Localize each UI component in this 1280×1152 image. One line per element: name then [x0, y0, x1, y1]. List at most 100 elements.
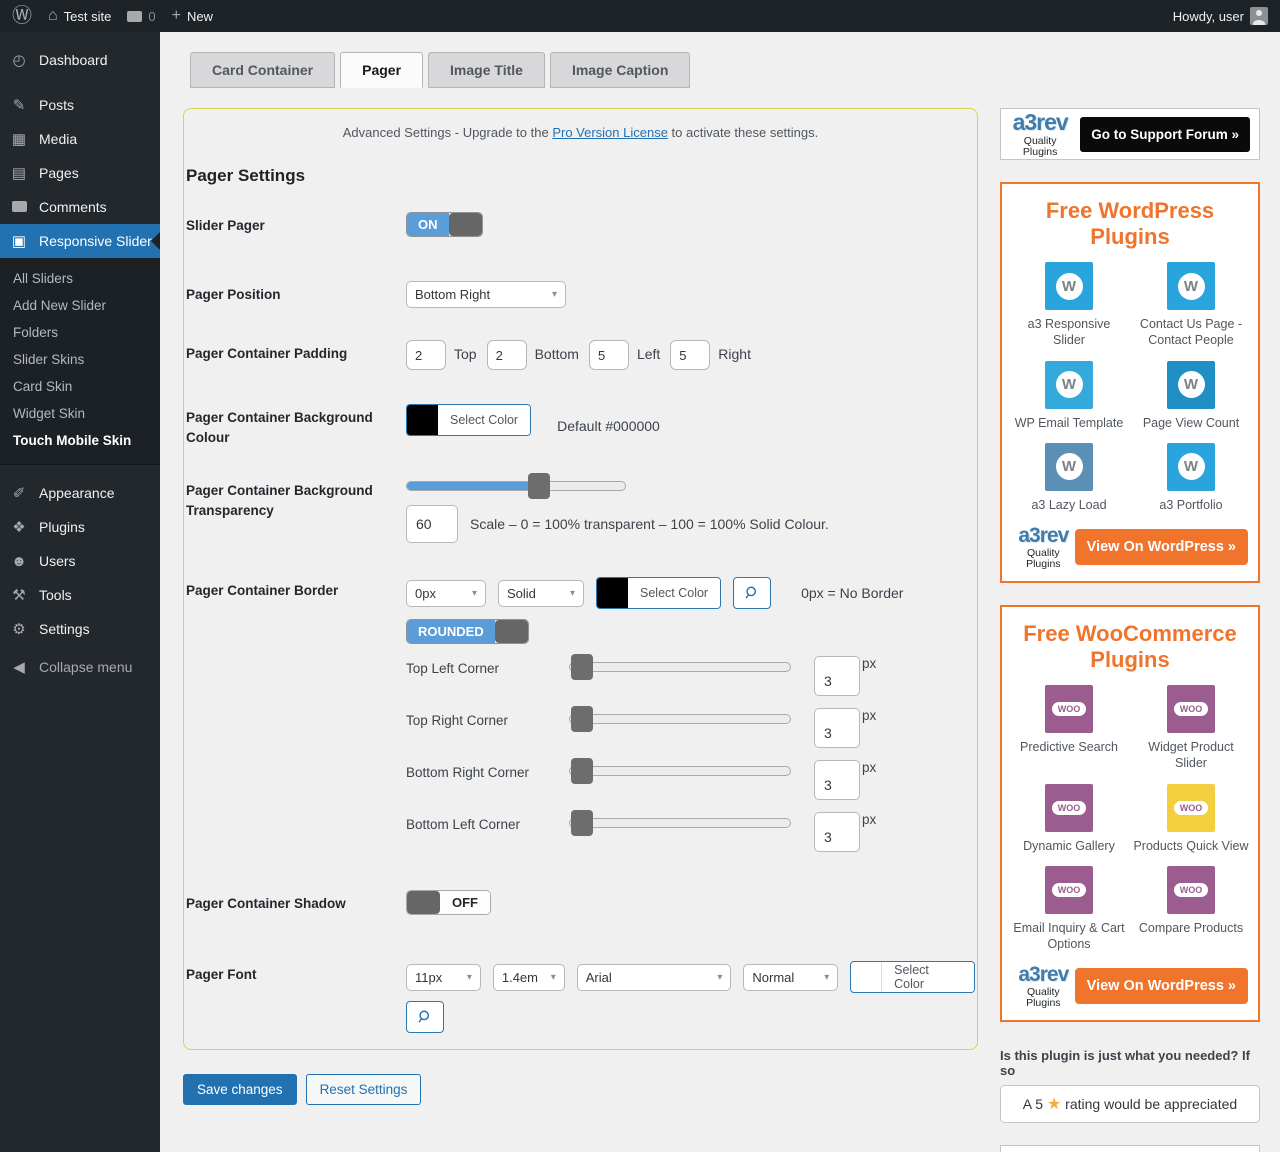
sidebar-item-settings[interactable]: ⚙ Settings — [0, 612, 160, 646]
tab-pager[interactable]: Pager — [340, 52, 423, 88]
slider-handle[interactable] — [571, 758, 593, 784]
font-weight-select[interactable]: Normal ▾ — [743, 964, 838, 991]
plugin-item[interactable]: W Page View Count — [1132, 361, 1250, 431]
plugin-item[interactable]: WOO Predictive Search — [1010, 685, 1128, 772]
top-left-corner-slider[interactable] — [569, 662, 791, 672]
bottom-right-corner-slider[interactable] — [569, 766, 791, 776]
transparency-slider[interactable] — [406, 481, 626, 491]
border-preview-button[interactable] — [733, 577, 771, 609]
submenu-item-card-skin[interactable]: Card Skin — [0, 373, 160, 400]
pager-position-select[interactable]: Bottom Right ▾ — [406, 281, 566, 308]
corner-label: Top Right Corner — [406, 708, 569, 728]
bottom-right-corner-input[interactable] — [814, 760, 860, 800]
plugin-item[interactable]: WOO Compare Products — [1132, 866, 1250, 953]
sidebar-item-tools[interactable]: ⚒ Tools — [0, 578, 160, 612]
magnifier-icon — [744, 585, 760, 601]
line-height-select[interactable]: 1.4em ▾ — [493, 964, 565, 991]
font-preview-button[interactable] — [406, 1001, 444, 1033]
submenu-item-slider-skins[interactable]: Slider Skins — [0, 346, 160, 373]
plugin-item[interactable]: W Contact Us Page - Contact People — [1132, 262, 1250, 349]
padding-bottom-input[interactable] — [487, 340, 527, 370]
submenu-item-widget-skin[interactable]: Widget Skin — [0, 400, 160, 427]
new-content-menu[interactable]: + New — [172, 8, 213, 24]
sidebar-item-posts[interactable]: ✎ Posts — [0, 88, 160, 122]
slider-pager-toggle[interactable]: ON — [406, 212, 483, 237]
comments-shortcut[interactable]: 0 — [127, 9, 155, 24]
border-width-select[interactable]: 0px ▾ — [406, 580, 486, 607]
toggle-knob[interactable] — [407, 891, 440, 914]
pages-icon: ▤ — [9, 166, 29, 181]
border-colour-swatch[interactable] — [597, 578, 628, 608]
top-right-corner-slider[interactable] — [569, 714, 791, 724]
font-family-select[interactable]: Arial ▾ — [577, 964, 732, 991]
sidebar-item-comments[interactable]: Comments — [0, 190, 160, 224]
border-style-select[interactable]: Solid ▾ — [498, 580, 584, 607]
padding-top-input[interactable] — [406, 340, 446, 370]
support-forum-button[interactable]: Go to Support Forum » — [1080, 117, 1250, 152]
view-on-wordpress-button[interactable]: View On WordPress » — [1075, 529, 1248, 565]
top-left-corner-input[interactable] — [814, 656, 860, 696]
border-select-color-button[interactable]: Select Color — [628, 578, 720, 608]
sidebar-item-users[interactable]: ☻ Users — [0, 544, 160, 578]
view-on-wordpress-button[interactable]: View On WordPress » — [1075, 968, 1248, 1004]
font-colour-picker[interactable]: Select Color — [850, 961, 975, 993]
submenu-item-add-new-slider[interactable]: Add New Slider — [0, 292, 160, 319]
toggle-knob[interactable] — [495, 620, 528, 643]
submenu-item-all-sliders[interactable]: All Sliders — [0, 265, 160, 292]
sidebar-item-media[interactable]: ▦ Media — [0, 122, 160, 156]
sidebar-item-label: Posts — [39, 97, 74, 113]
sidebar-item-dashboard[interactable]: ◴ Dashboard — [0, 43, 160, 77]
bottom-left-corner-input[interactable] — [814, 812, 860, 852]
save-changes-button[interactable]: Save changes — [183, 1074, 297, 1105]
reset-settings-button[interactable]: Reset Settings — [306, 1074, 422, 1105]
plugin-item[interactable]: WOO Email Inquiry & Cart Options — [1010, 866, 1128, 953]
collapse-menu-button[interactable]: ◀ Collapse menu — [0, 650, 160, 684]
plugin-item[interactable]: W a3 Portfolio — [1132, 443, 1250, 513]
plugin-item[interactable]: W WP Email Template — [1010, 361, 1128, 431]
plugin-item[interactable]: W a3 Responsive Slider — [1010, 262, 1128, 349]
pro-version-license-link[interactable]: Pro Version License — [552, 125, 668, 140]
transparency-input[interactable] — [406, 505, 458, 543]
responsive-slider-submenu: All Sliders Add New Slider Folders Slide… — [0, 258, 160, 465]
rounded-toggle[interactable]: ROUNDED — [406, 619, 529, 644]
slider-handle[interactable] — [571, 810, 593, 836]
sidebar-item-label: Dashboard — [39, 52, 108, 68]
slider-handle[interactable] — [528, 473, 550, 499]
font-size-select[interactable]: 11px ▾ — [406, 964, 481, 991]
padding-right-input[interactable] — [670, 340, 710, 370]
slider-handle[interactable] — [571, 654, 593, 680]
plugin-item[interactable]: WOO Products Quick View — [1132, 784, 1250, 854]
plugin-item[interactable]: W a3 Lazy Load — [1010, 443, 1128, 513]
toggle-knob[interactable] — [449, 213, 482, 236]
a3rev-logo-sub: Quality Plugins — [1012, 548, 1075, 569]
plugin-item[interactable]: WOO Dynamic Gallery — [1010, 784, 1128, 854]
wordpress-logo-icon[interactable]: Ⓦ — [12, 6, 32, 26]
tab-card-container[interactable]: Card Container — [190, 52, 335, 88]
bg-colour-picker[interactable]: Select Color — [406, 404, 531, 436]
sidebar-item-appearance[interactable]: ✐ Appearance — [0, 476, 160, 510]
sidebar-item-plugins[interactable]: ❖ Plugins — [0, 510, 160, 544]
plugin-item[interactable]: WOO Widget Product Slider — [1132, 685, 1250, 772]
tab-image-caption[interactable]: Image Caption — [550, 52, 690, 88]
free-woocommerce-plugins-box: Free WooCommerce Plugins WOO Predictive … — [1000, 605, 1260, 1022]
slider-handle[interactable] — [571, 706, 593, 732]
my-account-menu[interactable]: Howdy, user — [1173, 7, 1268, 25]
tab-image-title[interactable]: Image Title — [428, 52, 545, 88]
sidebar-item-pages[interactable]: ▤ Pages — [0, 156, 160, 190]
border-colour-picker[interactable]: Select Color — [596, 577, 721, 609]
font-colour-swatch[interactable] — [851, 962, 882, 992]
bg-select-color-button[interactable]: Select Color — [438, 405, 530, 435]
sidebar-item-responsive-slider[interactable]: ▣ Responsive Slider — [0, 224, 160, 258]
site-name-link[interactable]: ⌂ Test site — [48, 8, 111, 24]
bottom-left-corner-slider[interactable] — [569, 818, 791, 828]
font-select-color-button[interactable]: Select Color — [882, 962, 974, 992]
corner-row-bottom-left: Bottom Left Corner px — [406, 812, 975, 852]
bg-colour-swatch[interactable] — [407, 405, 438, 435]
user-icon: ☻ — [9, 554, 29, 569]
submenu-item-folders[interactable]: Folders — [0, 319, 160, 346]
submenu-item-touch-mobile-skin[interactable]: Touch Mobile Skin — [0, 427, 160, 454]
padding-left-input[interactable] — [589, 340, 629, 370]
top-right-corner-input[interactable] — [814, 708, 860, 748]
rating-button[interactable]: A 5 ★ rating would be appreciated — [1000, 1085, 1260, 1123]
shadow-toggle[interactable]: OFF — [406, 890, 491, 915]
